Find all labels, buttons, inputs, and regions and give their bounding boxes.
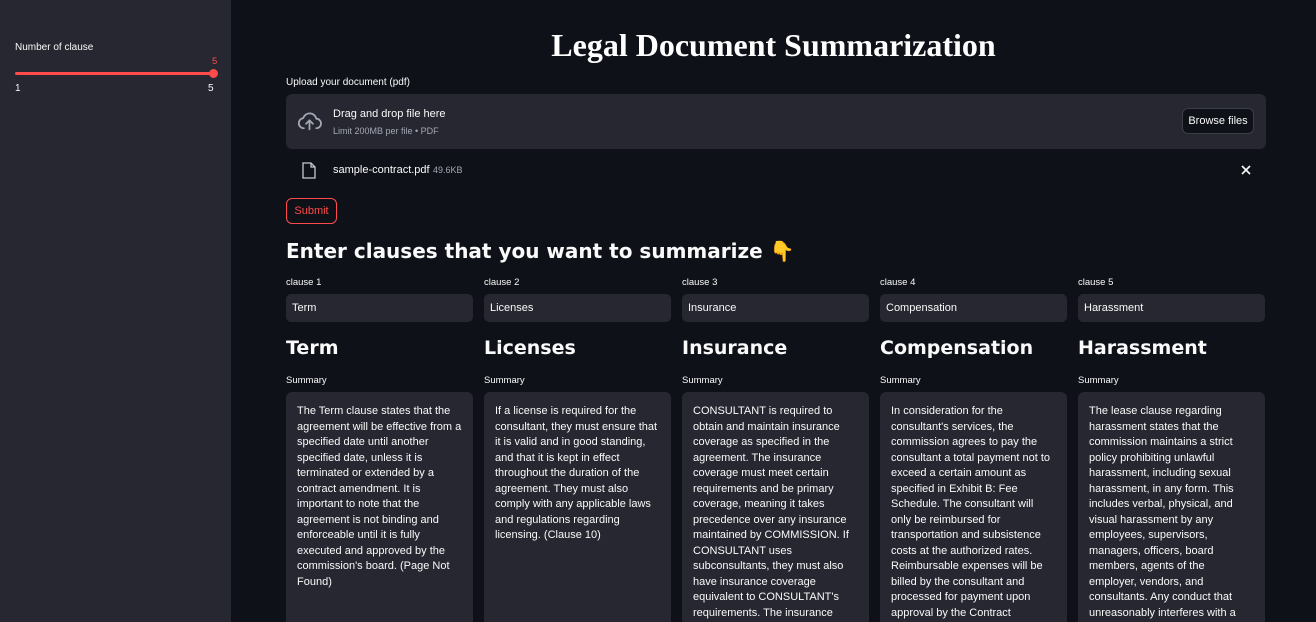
clause-column-4: clause 4 Compensation Compensation Summa…: [880, 0, 1067, 622]
clause-heading: Compensation: [880, 337, 1034, 359]
clause-label: clause 2: [484, 277, 520, 288]
slider-min-label: 1: [15, 83, 21, 94]
clause-count-slider[interactable]: [15, 72, 214, 75]
summary-textarea[interactable]: If a license is required for the consult…: [484, 392, 671, 622]
slider-thumb[interactable]: [209, 69, 218, 78]
clause-heading: Term: [286, 337, 339, 359]
clause-input[interactable]: Harassment: [1078, 294, 1265, 322]
summary-textarea[interactable]: CONSULTANT is required to obtain and mai…: [682, 392, 869, 622]
slider-label: Number of clause: [15, 42, 94, 53]
clause-input[interactable]: Insurance: [682, 294, 869, 322]
clause-input[interactable]: Term: [286, 294, 473, 322]
sidebar: Number of clause 5 1 5: [0, 0, 231, 622]
clause-heading: Licenses: [484, 337, 576, 359]
slider-value: 5: [212, 56, 218, 67]
clause-column-1: clause 1 Term Term Summary The Term clau…: [286, 0, 473, 622]
clause-column-2: clause 2 Licenses Licenses Summary If a …: [484, 0, 671, 622]
clause-heading: Insurance: [682, 337, 788, 359]
summary-label: Summary: [682, 375, 723, 386]
clause-input[interactable]: Licenses: [484, 294, 671, 322]
clause-label: clause 1: [286, 277, 322, 288]
clause-column-3: clause 3 Insurance Insurance Summary CON…: [682, 0, 869, 622]
summary-textarea[interactable]: The Term clause states that the agreemen…: [286, 392, 473, 622]
summary-label: Summary: [1078, 375, 1119, 386]
summary-textarea[interactable]: The lease clause regarding harassment st…: [1078, 392, 1265, 622]
clause-label: clause 5: [1078, 277, 1114, 288]
summary-label: Summary: [286, 375, 327, 386]
slider-max-label: 5: [208, 83, 214, 94]
clause-label: clause 4: [880, 277, 916, 288]
clause-input[interactable]: Compensation: [880, 294, 1067, 322]
summary-label: Summary: [484, 375, 525, 386]
summary-label: Summary: [880, 375, 921, 386]
clause-heading: Harassment: [1078, 337, 1207, 359]
clause-label: clause 3: [682, 277, 718, 288]
clause-column-5: clause 5 Harassment Harassment Summary T…: [1078, 0, 1265, 622]
summary-textarea[interactable]: In consideration for the consultant's se…: [880, 392, 1067, 622]
